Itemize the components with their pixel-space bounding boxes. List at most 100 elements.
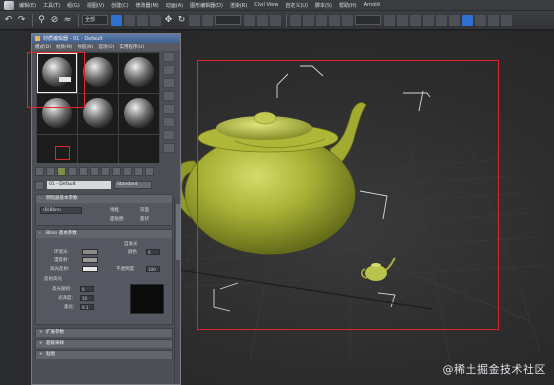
menu-group[interactable]: 组(G) bbox=[67, 2, 80, 9]
dialog-menu-navigation[interactable]: 导航(N) bbox=[77, 44, 93, 50]
select-by-material-icon[interactable] bbox=[163, 143, 175, 153]
background-icon[interactable] bbox=[163, 78, 175, 88]
edit-named-selection-icon[interactable] bbox=[342, 14, 353, 26]
ambient-color-swatch[interactable] bbox=[82, 249, 98, 255]
backlight-icon[interactable] bbox=[163, 65, 175, 75]
menu-animation[interactable]: 动画(A) bbox=[166, 2, 183, 9]
face-map-checkbox[interactable]: 面贴图 bbox=[110, 216, 124, 222]
go-forward-to-sibling-icon[interactable] bbox=[145, 166, 154, 176]
pivot-center-icon[interactable] bbox=[244, 14, 255, 26]
curve-editor-icon[interactable] bbox=[436, 14, 447, 26]
dialog-menu-modes[interactable]: 模式(D) bbox=[35, 44, 51, 50]
get-material-icon[interactable] bbox=[35, 166, 44, 176]
soften-spinner[interactable]: 0.1 bbox=[80, 304, 94, 310]
reset-map-icon[interactable] bbox=[68, 166, 77, 176]
menu-help[interactable]: 帮助(H) bbox=[339, 2, 357, 9]
glossiness-spinner[interactable]: 10 bbox=[80, 295, 94, 301]
material-name-field[interactable]: 01 - Default bbox=[47, 181, 111, 189]
menu-rendering[interactable]: 渲染(R) bbox=[230, 2, 247, 9]
menu-views[interactable]: 视图(V) bbox=[87, 2, 104, 9]
undo-icon[interactable]: ↶ bbox=[3, 15, 14, 26]
bind-space-warp-icon[interactable]: ≈ bbox=[62, 15, 73, 26]
menu-modifiers[interactable]: 修改器(M) bbox=[136, 2, 159, 9]
align-icon[interactable] bbox=[397, 14, 408, 26]
sample-slot[interactable] bbox=[119, 53, 159, 93]
rollout-header[interactable]: 扩展参数 bbox=[36, 329, 172, 337]
select-and-rotate-icon[interactable]: ↻ bbox=[176, 15, 187, 26]
show-shaded-material-icon[interactable] bbox=[112, 166, 121, 176]
menu-scripting[interactable]: 脚本(S) bbox=[315, 2, 332, 9]
sample-uv-tiling-icon[interactable] bbox=[163, 91, 175, 101]
menu-graph-editors[interactable]: 图形编辑器(D) bbox=[190, 2, 223, 9]
wire-checkbox[interactable]: 线框 bbox=[110, 207, 119, 213]
faceted-checkbox[interactable]: 面状 bbox=[140, 216, 149, 222]
dialog-menu-options[interactable]: 选项(O) bbox=[98, 44, 114, 50]
material-type-button[interactable]: Standard bbox=[114, 181, 152, 189]
menu-arnold[interactable]: Arnold bbox=[364, 2, 380, 8]
color-checkbox[interactable]: 颜色 bbox=[128, 249, 137, 255]
link-icon[interactable]: ⚲ bbox=[36, 15, 47, 26]
opacity-spinner[interactable]: 100 bbox=[146, 266, 160, 272]
spinner-snap-icon[interactable] bbox=[329, 14, 340, 26]
parameters-scrollbar[interactable] bbox=[174, 198, 180, 384]
rollout-header[interactable]: 明暗器基本参数 bbox=[36, 195, 172, 203]
video-color-check-icon[interactable] bbox=[163, 104, 175, 114]
make-preview-icon[interactable] bbox=[163, 117, 175, 127]
go-to-parent-icon[interactable] bbox=[134, 166, 143, 176]
named-selection-dropdown[interactable] bbox=[355, 15, 381, 25]
self-illum-spinner[interactable]: 0 bbox=[146, 249, 160, 255]
rollout-header[interactable]: 贴图 bbox=[36, 351, 172, 359]
menu-customize[interactable]: 自定义(U) bbox=[285, 2, 308, 9]
select-manipulate-icon[interactable] bbox=[257, 14, 268, 26]
rendered-frame-window-icon[interactable] bbox=[488, 14, 499, 26]
sample-type-icon[interactable] bbox=[163, 52, 175, 62]
dialog-menu-material[interactable]: 材质(M) bbox=[56, 44, 72, 50]
percent-snap-icon[interactable] bbox=[316, 14, 327, 26]
unlink-icon[interactable]: ⊘ bbox=[49, 15, 60, 26]
material-options-icon[interactable] bbox=[163, 130, 175, 140]
specular-level-spinner[interactable]: 0 bbox=[80, 286, 94, 292]
sample-slot[interactable] bbox=[119, 135, 159, 163]
menu-tools[interactable]: 工具(T) bbox=[43, 2, 60, 9]
select-and-move-icon[interactable]: ✥ bbox=[163, 15, 174, 26]
two-sided-checkbox[interactable]: 双面 bbox=[140, 207, 149, 213]
redo-icon[interactable]: ↷ bbox=[16, 15, 27, 26]
keyboard-shortcut-override-icon[interactable] bbox=[270, 14, 281, 26]
graphite-ribbon-icon[interactable] bbox=[423, 14, 434, 26]
rollout-header[interactable]: 超级采样 bbox=[36, 340, 172, 348]
specular-color-swatch[interactable] bbox=[82, 266, 98, 272]
make-unique-icon[interactable] bbox=[79, 166, 88, 176]
reference-coordinate-dropdown[interactable] bbox=[215, 15, 241, 25]
rollout-header[interactable]: Blinn 基本参数 bbox=[36, 230, 172, 238]
dialog-titlebar[interactable]: 材质编辑器 - 01 - Default bbox=[32, 34, 180, 43]
select-and-scale-icon[interactable] bbox=[189, 14, 200, 26]
menu-edit[interactable]: 编辑(E) bbox=[19, 2, 36, 9]
render-production-icon[interactable] bbox=[501, 14, 512, 26]
select-and-place-icon[interactable] bbox=[202, 14, 213, 26]
put-to-library-icon[interactable] bbox=[90, 166, 99, 176]
sample-slot[interactable] bbox=[78, 135, 118, 163]
menu-civil-view[interactable]: Civil View bbox=[254, 2, 278, 8]
shader-type-dropdown[interactable]: (B)Blinn bbox=[40, 207, 82, 214]
mirror-icon[interactable] bbox=[384, 14, 395, 26]
select-object-icon[interactable] bbox=[111, 14, 122, 26]
show-end-result-icon[interactable] bbox=[123, 166, 132, 176]
rectangular-selection-icon[interactable] bbox=[137, 14, 148, 26]
select-by-name-icon[interactable] bbox=[124, 14, 135, 26]
app-logo-icon[interactable] bbox=[4, 0, 14, 10]
put-to-scene-icon[interactable] bbox=[46, 166, 55, 176]
snaps-toggle-icon[interactable] bbox=[290, 14, 301, 26]
dialog-menu-utilities[interactable]: 实用程序(U) bbox=[119, 44, 144, 50]
layer-manager-icon[interactable] bbox=[410, 14, 421, 26]
assign-material-to-selection-icon[interactable] bbox=[57, 166, 66, 176]
menu-create[interactable]: 创建(C) bbox=[111, 2, 128, 9]
window-crossing-icon[interactable] bbox=[150, 14, 161, 26]
selection-filter-dropdown[interactable]: 全部 bbox=[82, 15, 108, 25]
diffuse-color-swatch[interactable] bbox=[82, 257, 98, 263]
sample-slot[interactable] bbox=[119, 94, 159, 134]
angle-snap-icon[interactable] bbox=[303, 14, 314, 26]
material-editor-icon[interactable] bbox=[462, 14, 473, 26]
scrollbar-thumb[interactable] bbox=[176, 204, 180, 260]
render-setup-icon[interactable] bbox=[475, 14, 486, 26]
material-id-channel-icon[interactable] bbox=[101, 166, 110, 176]
